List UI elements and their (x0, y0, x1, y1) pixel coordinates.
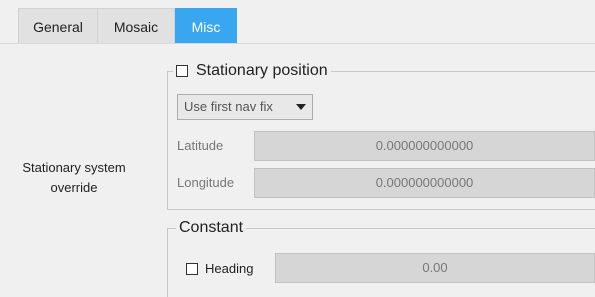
nav-fix-select[interactable]: Use first nav fix (177, 94, 313, 120)
stationary-position-title[interactable]: Stationary position (173, 61, 331, 81)
heading-checkbox[interactable] (186, 262, 198, 275)
side-label-line-1: Stationary system (22, 160, 126, 175)
longitude-label: Longitude (177, 175, 235, 190)
stationary-system-override-label: Stationary system override (0, 158, 148, 198)
stationary-position-label: Stationary position (196, 62, 328, 79)
tab-divider (0, 43, 595, 44)
constant-title: Constant (176, 218, 247, 238)
latitude-field[interactable]: 0.000000000000 (254, 131, 595, 161)
tab-misc[interactable]: Misc (175, 8, 237, 44)
longitude-field[interactable]: 0.000000000000 (254, 168, 595, 198)
tab-mosaic[interactable]: Mosaic (97, 8, 175, 44)
side-label-line-2: override (50, 180, 98, 195)
tab-general[interactable]: General (18, 8, 98, 44)
tab-bar: General Mosaic Misc (0, 0, 595, 44)
nav-fix-select-value: Use first nav fix (184, 99, 273, 114)
latitude-label: Latitude (177, 138, 224, 153)
chevron-down-icon (296, 104, 306, 110)
heading-checkbox-row[interactable]: Heading (186, 261, 253, 276)
heading-label: Heading (205, 261, 254, 276)
heading-field[interactable]: 0.00 (275, 253, 595, 283)
stationary-position-checkbox[interactable] (176, 65, 188, 77)
